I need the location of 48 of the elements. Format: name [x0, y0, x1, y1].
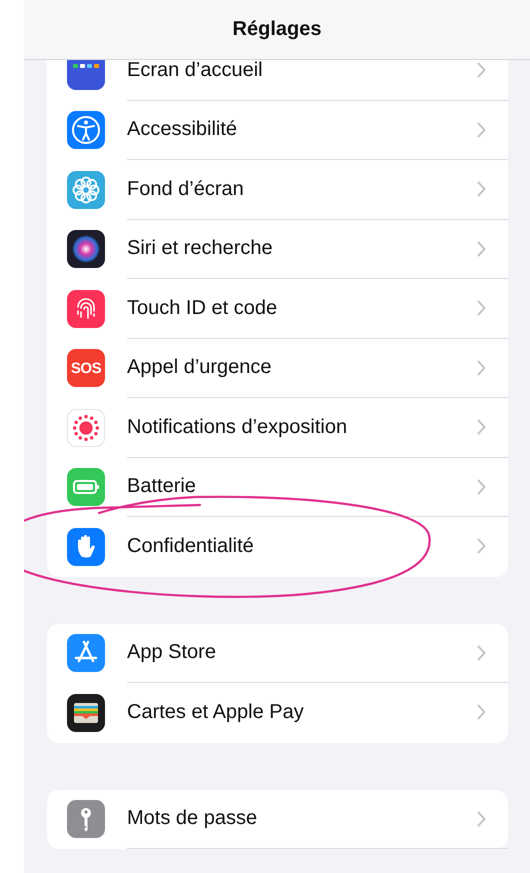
sos-icon: SOS	[67, 349, 105, 388]
key-icon	[67, 800, 105, 838]
settings-row[interactable]: SOS Appel d’urgence	[47, 338, 508, 398]
hand-icon	[67, 528, 105, 566]
settings-row[interactable]: Fond d’écran	[47, 160, 508, 220]
flower-icon	[67, 170, 105, 209]
fingerprint-icon	[67, 290, 105, 328]
accessibility-icon	[67, 111, 105, 150]
settings-row[interactable]: Siri et recherche	[47, 220, 508, 279]
chevron-icon	[477, 419, 486, 436]
battery-icon	[67, 468, 105, 506]
settings-row[interactable]: Accessibilité	[47, 100, 508, 160]
row-label: Siri et recherche	[127, 237, 274, 260]
row-label: Mots de passe	[127, 807, 258, 830]
settings-row[interactable]: Notifications d’exposition	[47, 398, 508, 458]
row-label: Ecran d’accueil	[127, 60, 264, 82]
settings-row[interactable]: Batterie	[47, 458, 508, 517]
orb-icon	[67, 230, 105, 268]
row-label: Confidentialité	[127, 534, 255, 558]
chevron-icon	[477, 644, 486, 661]
chevron-icon	[477, 300, 486, 316]
settings-row[interactable]: Ecran d’accueil	[47, 60, 508, 100]
row-label: Notifications d’exposition	[127, 416, 348, 439]
chevron-icon	[477, 62, 486, 78]
settings-row[interactable]: Confidentialité	[47, 517, 508, 576]
chevron-icon	[477, 478, 486, 495]
row-label: Batterie	[127, 475, 197, 498]
chevron-icon	[477, 810, 486, 827]
letter-a-icon	[67, 634, 105, 672]
row-label: Accessibilité	[127, 118, 238, 142]
chevron-icon	[477, 122, 486, 138]
navigation-title: Réglages	[232, 18, 322, 41]
settings-row[interactable]: Touch ID et code	[47, 279, 508, 338]
wallet-icon	[67, 694, 105, 732]
row-label: Cartes et Apple Pay	[127, 700, 305, 724]
row-label: Touch ID et code	[127, 296, 278, 320]
chevron-icon	[477, 181, 486, 198]
settings-row[interactable]: App Store	[47, 624, 508, 683]
settings-row[interactable]: Mots de passe	[47, 790, 508, 849]
settings-row[interactable]: Cartes et Apple Pay	[47, 683, 508, 742]
row-label: Appel d’urgence	[127, 356, 273, 380]
row-label: App Store	[127, 641, 217, 664]
chevron-icon	[477, 538, 486, 554]
chevron-icon	[477, 360, 486, 376]
chevron-icon	[477, 704, 486, 720]
row-label: Fond d’écran	[127, 178, 245, 201]
chevron-icon	[477, 240, 486, 257]
dotted-sun-icon	[67, 408, 105, 447]
